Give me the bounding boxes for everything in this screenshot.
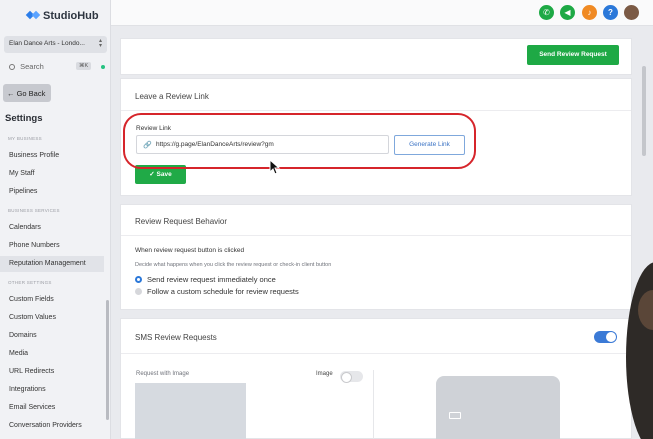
radio-send-immediately-label: Send review request immediately once bbox=[147, 275, 276, 284]
image-toggle-label: Image bbox=[316, 371, 333, 377]
radio-custom-schedule[interactable] bbox=[135, 288, 142, 295]
search-shortcut: ⌘K bbox=[76, 62, 92, 70]
behavior-card-title: Review Request Behavior bbox=[135, 217, 228, 226]
settings-title: Settings bbox=[5, 113, 43, 124]
sidebar-item-domains[interactable]: Domains bbox=[0, 328, 104, 344]
section-other-settings: OTHER SETTINGS bbox=[8, 280, 52, 285]
annotation-highlight-ellipse bbox=[123, 113, 476, 169]
radio-send-immediately[interactable] bbox=[135, 276, 142, 283]
sidebar-item-phone-numbers[interactable]: Phone Numbers bbox=[0, 238, 104, 254]
phone-preview bbox=[436, 376, 560, 439]
search-bar[interactable]: Search ⌘K bbox=[4, 58, 107, 74]
mouse-cursor-icon bbox=[269, 159, 281, 175]
avatar[interactable] bbox=[624, 5, 639, 20]
bell-icon[interactable]: ♪ bbox=[582, 5, 597, 20]
app-window: StudioHub Elan Dance Arts - Londo... ▴ ▾ … bbox=[0, 0, 653, 439]
request-with-image-label: Request with Image bbox=[136, 371, 190, 377]
sms-card-title: SMS Review Requests bbox=[135, 333, 217, 342]
behavior-question: When review request button is clicked bbox=[135, 247, 245, 254]
location-name: Elan Dance Arts - Londo... bbox=[9, 40, 85, 47]
radio-custom-schedule-label: Follow a custom schedule for review requ… bbox=[147, 287, 299, 296]
presenter-face bbox=[638, 290, 653, 330]
megaphone-icon[interactable]: ◀ bbox=[560, 5, 575, 20]
sidebar-item-my-staff[interactable]: My Staff bbox=[0, 166, 104, 182]
sidebar-scrollbar[interactable] bbox=[106, 300, 109, 420]
save-label: Save bbox=[156, 171, 172, 178]
sidebar-item-integrations[interactable]: Integrations bbox=[0, 382, 104, 398]
sidebar-item-custom-values[interactable]: Custom Values bbox=[0, 310, 104, 326]
help-icon[interactable]: ? bbox=[603, 5, 618, 20]
behavior-helper-text: Decide what happens when you click the r… bbox=[135, 262, 332, 268]
phone-icon[interactable]: ✆ bbox=[539, 5, 554, 20]
image-toggle[interactable] bbox=[340, 371, 363, 383]
send-review-request-button[interactable]: Send Review Request bbox=[527, 45, 619, 65]
review-link-card-title: Leave a Review Link bbox=[135, 92, 209, 101]
go-back-label: Go Back bbox=[16, 89, 46, 98]
arrow-left-icon: ← bbox=[7, 89, 15, 98]
section-business-services: BUSINESS SERVICES bbox=[8, 208, 60, 213]
divider bbox=[373, 370, 374, 439]
search-icon bbox=[9, 64, 15, 70]
sidebar-item-email-services[interactable]: Email Services bbox=[0, 400, 104, 416]
logo: StudioHub bbox=[25, 9, 99, 22]
section-my-business: MY BUSINESS bbox=[8, 136, 42, 141]
main-scrollbar[interactable] bbox=[642, 66, 646, 156]
status-dot bbox=[101, 65, 105, 69]
message-icon bbox=[449, 412, 461, 419]
chevron-updown-icon: ▴ ▾ bbox=[98, 38, 102, 49]
divider bbox=[121, 235, 631, 236]
search-label: Search bbox=[20, 62, 44, 71]
divider bbox=[121, 353, 631, 354]
location-switcher[interactable]: Elan Dance Arts - Londo... ▴ ▾ bbox=[4, 36, 107, 53]
image-placeholder bbox=[135, 383, 246, 439]
sidebar-item-business-profile[interactable]: Business Profile bbox=[0, 148, 104, 164]
check-icon: ✓ bbox=[149, 171, 155, 178]
sidebar-item-reputation-management[interactable]: Reputation Management bbox=[0, 256, 104, 272]
sidebar-item-calendars[interactable]: Calendars bbox=[0, 220, 104, 236]
sidebar-item-pipelines[interactable]: Pipelines bbox=[0, 184, 104, 200]
go-back-button[interactable]: ← Go Back bbox=[3, 84, 51, 102]
sidebar-item-url-redirects[interactable]: URL Redirects bbox=[0, 364, 104, 380]
divider bbox=[121, 110, 631, 111]
sidebar: StudioHub Elan Dance Arts - Londo... ▴ ▾ … bbox=[0, 0, 111, 439]
sidebar-item-custom-fields[interactable]: Custom Fields bbox=[0, 292, 104, 308]
sidebar-item-conversation-providers[interactable]: Conversation Providers bbox=[0, 418, 104, 434]
sms-enabled-toggle[interactable] bbox=[594, 331, 617, 343]
logo-icon bbox=[25, 9, 41, 22]
brand-name: StudioHub bbox=[43, 9, 99, 22]
sidebar-item-media[interactable]: Media bbox=[0, 346, 104, 362]
